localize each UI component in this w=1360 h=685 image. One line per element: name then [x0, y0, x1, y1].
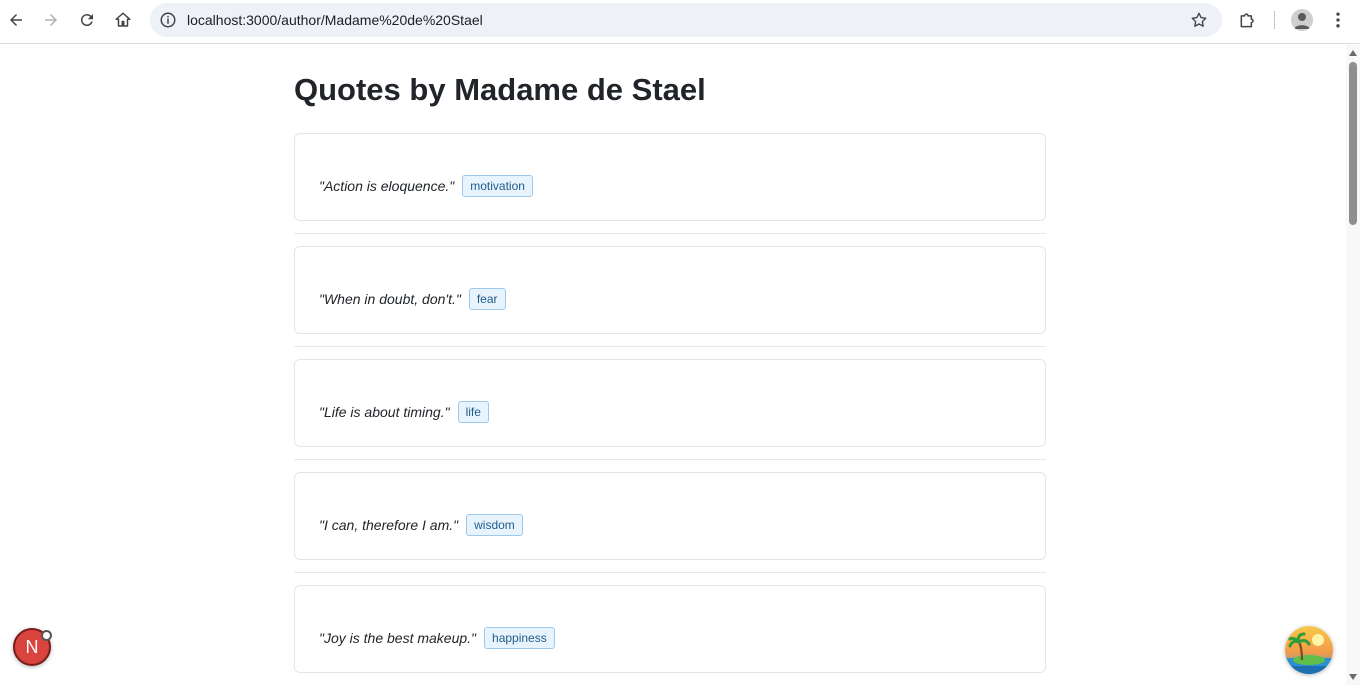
- quote-card: "Life is about timing." life: [294, 359, 1046, 447]
- tag-badge[interactable]: happiness: [484, 627, 555, 649]
- tag-badge[interactable]: fear: [468, 288, 506, 310]
- puzzle-icon: [1240, 13, 1254, 28]
- list-item: "Action is eloquence." motivation: [294, 133, 1046, 234]
- arrow-right-icon: [45, 14, 57, 26]
- tag-badge[interactable]: wisdom: [466, 514, 523, 536]
- assistant-widget-button[interactable]: [1285, 626, 1333, 674]
- quote-text: "Action is eloquence.": [319, 178, 455, 194]
- vertical-scrollbar[interactable]: [1346, 45, 1360, 685]
- arrow-left-icon: [10, 14, 22, 26]
- beach-island-icon: [1285, 626, 1333, 674]
- quote-text: "I can, therefore I am.": [319, 517, 459, 533]
- list-item: "When in doubt, don't." fear: [294, 246, 1046, 347]
- quote-text: "Joy is the best makeup.": [319, 630, 477, 646]
- forward-button[interactable]: [37, 6, 65, 34]
- list-item: "I can, therefore I am." wisdom: [294, 472, 1046, 573]
- tag-badge[interactable]: life: [457, 401, 489, 423]
- more-vert-icon: [1336, 12, 1340, 28]
- page-title: Quotes by Madame de Stael: [294, 72, 706, 107]
- profile-avatar[interactable]: [1291, 9, 1313, 31]
- list-item: "Joy is the best makeup." happiness: [294, 585, 1046, 685]
- extensions-button[interactable]: [1237, 9, 1259, 31]
- browser-toolbar: localhost:3000/author/Madame%20de%20Stae…: [0, 0, 1360, 44]
- home-button[interactable]: [109, 6, 137, 34]
- scroll-down-arrow-icon[interactable]: [1349, 674, 1357, 680]
- bookmark-star-icon[interactable]: [1190, 11, 1208, 29]
- scroll-up-arrow-icon[interactable]: [1349, 50, 1357, 56]
- reload-button[interactable]: [73, 6, 101, 34]
- quote-list: "Action is eloquence." motivation "When …: [294, 133, 1046, 685]
- quote-card: "Joy is the best makeup." happiness: [294, 585, 1046, 673]
- quote-card: "When in doubt, don't." fear: [294, 246, 1046, 334]
- quote-text: "When in doubt, don't.": [319, 291, 461, 307]
- notification-dot-icon: [41, 630, 52, 641]
- quote-text: "Life is about timing.": [319, 404, 450, 420]
- reload-icon: [80, 14, 93, 27]
- scroll-thumb[interactable]: [1349, 62, 1357, 225]
- back-button[interactable]: [2, 6, 30, 34]
- main-content: Quotes by Madame de Stael "Action is elo…: [294, 45, 1046, 685]
- dev-badge-letter: N: [25, 636, 39, 657]
- url-text[interactable]: localhost:3000/author/Madame%20de%20Stae…: [187, 12, 483, 28]
- home-icon: [115, 12, 131, 27]
- person-icon: [1291, 9, 1313, 31]
- list-item: "Life is about timing." life: [294, 359, 1046, 460]
- quote-card: "I can, therefore I am." wisdom: [294, 472, 1046, 560]
- quote-card: "Action is eloquence." motivation: [294, 133, 1046, 221]
- menu-button[interactable]: [1327, 9, 1349, 31]
- toolbar-divider: [1274, 11, 1275, 29]
- address-bar[interactable]: localhost:3000/author/Madame%20de%20Stae…: [150, 3, 1222, 37]
- site-info-icon[interactable]: [159, 11, 177, 29]
- tag-badge[interactable]: motivation: [462, 175, 533, 197]
- page-viewport: Quotes by Madame de Stael "Action is elo…: [0, 45, 1346, 685]
